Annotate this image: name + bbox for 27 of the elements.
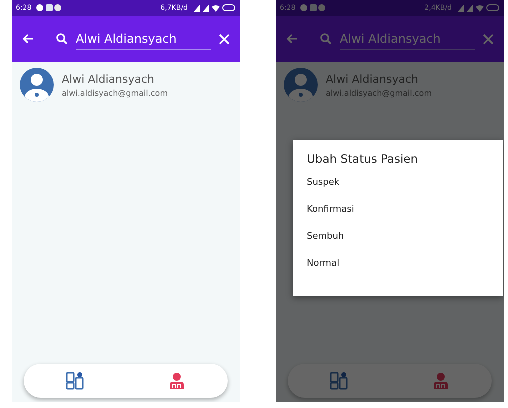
contact-name: Alwi Aldiansyach [62, 72, 156, 86]
avatar-icon [284, 68, 318, 102]
dialog-title: Ubah Status Pasien [307, 152, 420, 166]
devices-icon[interactable] [330, 372, 348, 390]
result-item[interactable]: Alwi Aldiansyach alwi.aldisyach@gmail.com [12, 62, 240, 108]
signal-battery-icons [192, 4, 236, 12]
status-option[interactable]: Suspek [307, 176, 489, 203]
avatar-icon [20, 68, 54, 102]
search-icon [56, 33, 68, 45]
person-icon[interactable] [432, 372, 450, 390]
notification-icons [36, 4, 62, 12]
signal-battery-icons [456, 4, 500, 12]
contact-email: alwi.aldisyach@gmail.com [62, 88, 168, 98]
status-option[interactable]: Normal [307, 257, 489, 284]
search-field[interactable]: Alwi Aldiansyach [76, 28, 211, 50]
status-option[interactable]: Sembuh [307, 230, 489, 257]
devices-icon[interactable] [66, 372, 84, 390]
status-option[interactable]: Konfirmasi [307, 203, 489, 230]
notification-icons [300, 4, 326, 12]
contact-name: Alwi Aldiansyach [326, 72, 420, 86]
contact-email: alwi.aldisyach@gmail.com [326, 88, 432, 98]
back-arrow-icon[interactable] [22, 33, 34, 45]
close-icon[interactable] [483, 34, 494, 44]
search-icon [320, 33, 332, 45]
back-arrow-icon[interactable] [286, 33, 298, 45]
person-icon[interactable] [168, 372, 186, 390]
close-icon[interactable] [219, 34, 230, 44]
